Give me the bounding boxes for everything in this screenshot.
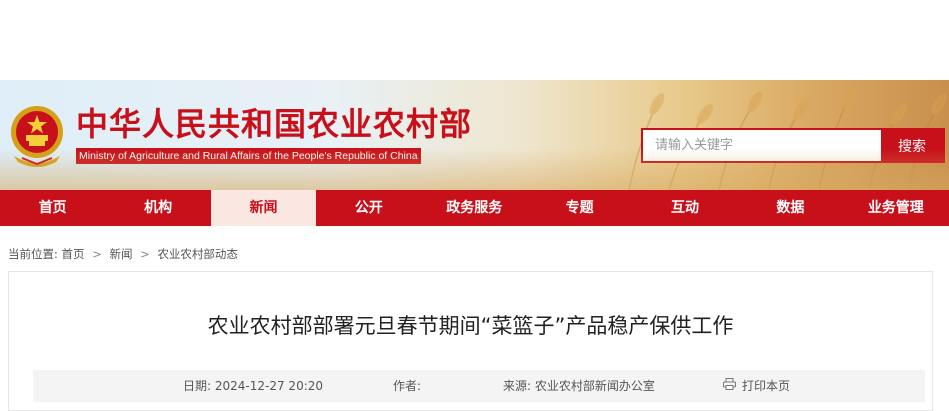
article-container: 农业农村部部署元旦春节期间“菜篮子”产品稳产保供工作 日期: 2024-12-2…	[8, 271, 933, 411]
search-button[interactable]: 搜索	[881, 130, 943, 161]
nav-item-interaction[interactable]: 互动	[632, 190, 737, 226]
breadcrumb: 当前位置: 首页 > 新闻 > 农业农村部动态	[8, 246, 238, 262]
author-label: 作者:	[393, 379, 422, 393]
top-whitespace	[0, 0, 949, 80]
main-nav: 首页 机构 新闻 公开 政务服务 专题 互动 数据 业务管理	[0, 190, 949, 226]
breadcrumb-link-news[interactable]: 新闻	[109, 247, 132, 261]
article-date: 日期: 2024-12-27 20:20	[183, 370, 323, 402]
source-label: 来源:	[503, 379, 532, 393]
nav-item-gov-services[interactable]: 政务服务	[422, 190, 527, 226]
nav-item-business-management[interactable]: 业务管理	[843, 190, 948, 226]
site-title: 中华人民共和国农业农村部	[76, 105, 473, 143]
breadcrumb-link-home[interactable]: 首页	[62, 247, 85, 261]
article-title: 农业农村部部署元旦春节期间“菜篮子”产品稳产保供工作	[207, 314, 734, 338]
printer-icon	[723, 378, 736, 390]
national-emblem-icon	[11, 106, 63, 167]
nav-item-topics[interactable]: 专题	[527, 190, 632, 226]
source-value: 农业农村部新闻办公室	[534, 379, 655, 393]
date-value: 2024-12-27 20:20	[214, 379, 324, 393]
breadcrumb-separator: >	[140, 247, 150, 261]
site-title-english: Ministry of Agriculture and Rural Affair…	[76, 148, 421, 164]
search-box: 搜索	[641, 128, 945, 163]
breadcrumb-link-ministry-news[interactable]: 农业农村部动态	[157, 247, 238, 261]
print-button[interactable]: 打印本页	[723, 370, 790, 402]
article-author: 作者:	[393, 370, 421, 402]
article-source: 来源: 农业农村部新闻办公室	[503, 370, 655, 402]
nav-item-news[interactable]: 新闻	[210, 190, 317, 226]
date-label: 日期:	[183, 379, 212, 393]
nav-item-organization[interactable]: 机构	[105, 190, 210, 226]
breadcrumb-prefix: 当前位置:	[8, 247, 58, 261]
nav-item-data[interactable]: 数据	[738, 190, 843, 226]
nav-item-public-info[interactable]: 公开	[316, 190, 421, 226]
print-label: 打印本页	[742, 379, 791, 393]
article-meta-bar: 日期: 2024-12-27 20:20 作者: 来源: 农业农村部新闻办公室 …	[33, 370, 925, 402]
site-header: 中华人民共和国农业农村部 Ministry of Agriculture and…	[0, 80, 949, 190]
nav-item-home[interactable]: 首页	[0, 190, 105, 226]
breadcrumb-separator: >	[92, 247, 102, 261]
search-input[interactable]	[643, 130, 881, 161]
